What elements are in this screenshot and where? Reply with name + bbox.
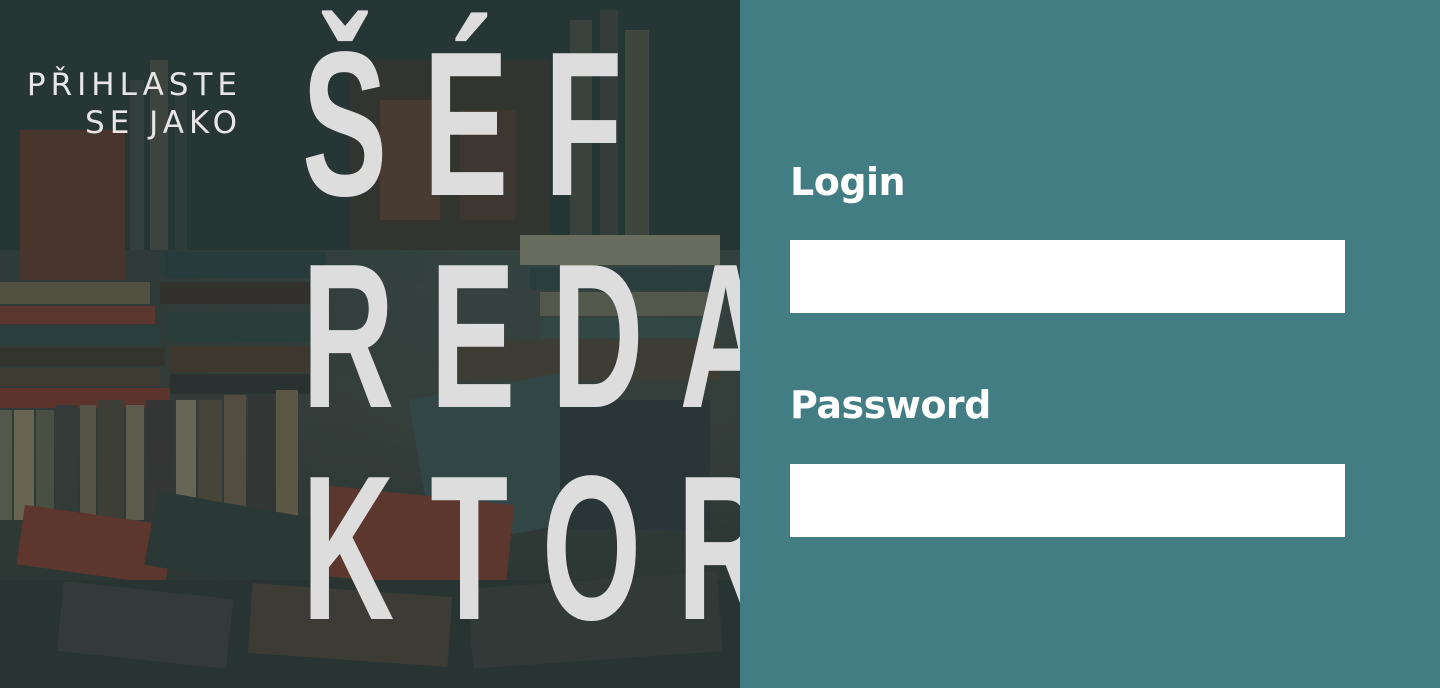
login-input[interactable] <box>790 240 1345 313</box>
title-line-1: ŠÉF <box>302 9 659 239</box>
kicker-line-2: SE JAKO <box>85 105 242 141</box>
kicker-line-1: PŘIHLASTE <box>26 67 242 103</box>
hero-panel: PŘIHLASTE SE JAKO ŠÉF REDA KTOR <box>0 0 740 688</box>
title-line-3: KTOR <box>302 433 740 663</box>
title-line-2: REDA <box>302 221 740 451</box>
login-as-kicker: PŘIHLASTE SE JAKO <box>0 66 242 142</box>
login-page: PŘIHLASTE SE JAKO ŠÉF REDA KTOR Login Pa… <box>0 0 1440 688</box>
role-title: ŠÉF REDA KTOR <box>302 18 740 654</box>
password-label: Password <box>790 383 991 427</box>
login-form-panel: Login Password <box>740 0 1440 688</box>
password-input[interactable] <box>790 464 1345 537</box>
login-label: Login <box>790 160 906 204</box>
